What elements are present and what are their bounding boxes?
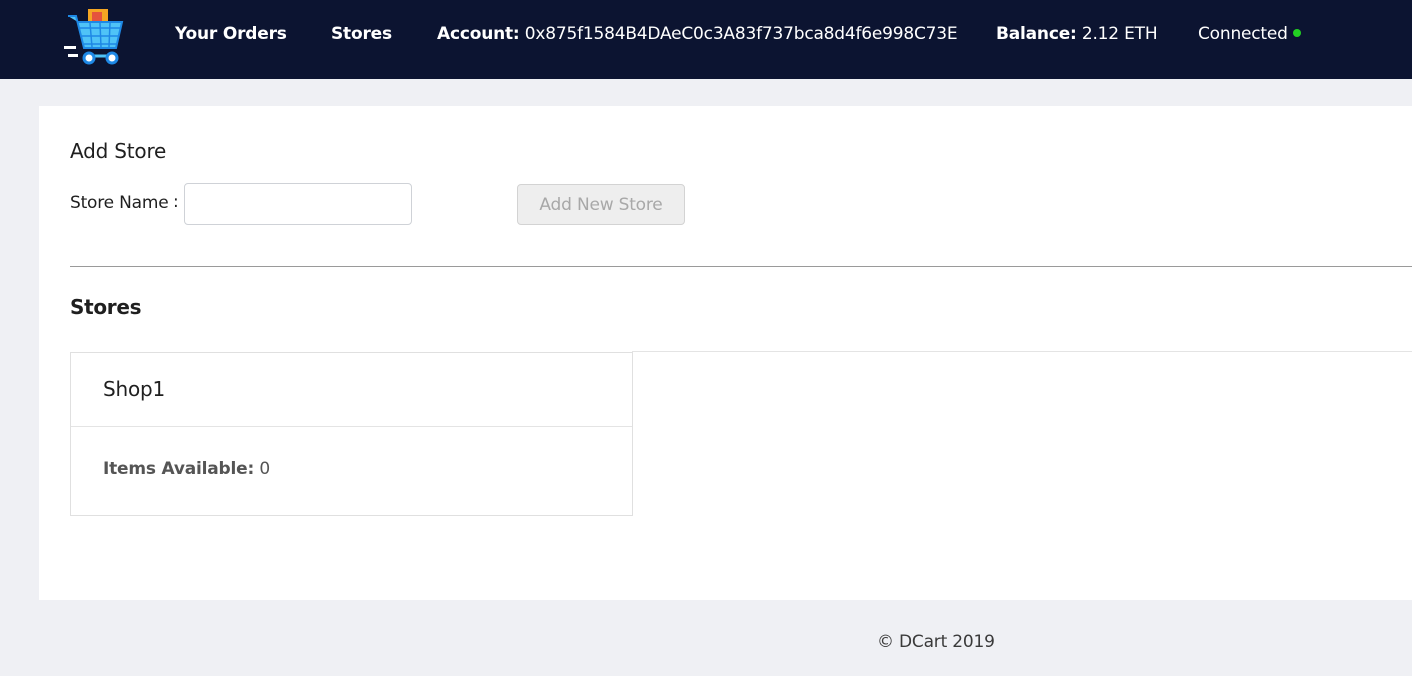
account-info: Account: 0x875f1584B4DAeC0c3A83f737bca8d… xyxy=(437,24,958,44)
nav-stores[interactable]: Stores xyxy=(331,24,392,44)
balance-value: 2.12 ETH xyxy=(1081,24,1158,44)
top-navbar: Your Orders Stores Account: 0x875f1584B4… xyxy=(0,0,1412,79)
balance-info: Balance: 2.12 ETH xyxy=(996,24,1158,44)
store-name-input[interactable] xyxy=(184,183,412,225)
section-divider xyxy=(70,266,1412,267)
stores-row-line xyxy=(632,351,1412,352)
footer-copyright: © DCart 2019 xyxy=(877,632,995,652)
items-available-count: 0 xyxy=(259,459,270,479)
connection-status: Connected xyxy=(1198,24,1301,44)
add-store-title: Add Store xyxy=(70,139,167,163)
status-dot-icon xyxy=(1292,29,1301,37)
add-new-store-button[interactable]: Add New Store xyxy=(517,184,685,225)
store-card-body: Items Available: 0 xyxy=(103,459,270,479)
connection-status-text: Connected xyxy=(1198,24,1288,44)
main-panel: Add Store Store Name : Add New Store Sto… xyxy=(39,106,1412,600)
account-label: Account: xyxy=(437,24,520,44)
shopping-cart-icon[interactable] xyxy=(62,6,126,68)
store-name-label: Store Name xyxy=(70,193,169,213)
stores-title: Stores xyxy=(70,295,142,319)
store-card-header: Shop1 xyxy=(71,353,632,427)
store-name-colon: : xyxy=(173,192,179,212)
store-name: Shop1 xyxy=(103,377,166,401)
items-available-label: Items Available: xyxy=(103,459,255,479)
balance-label: Balance: xyxy=(996,24,1077,44)
nav-your-orders[interactable]: Your Orders xyxy=(175,24,287,44)
store-card[interactable]: Shop1 Items Available: 0 xyxy=(70,352,633,516)
account-address: 0x875f1584B4DAeC0c3A83f737bca8d4f6e998C7… xyxy=(524,24,958,44)
